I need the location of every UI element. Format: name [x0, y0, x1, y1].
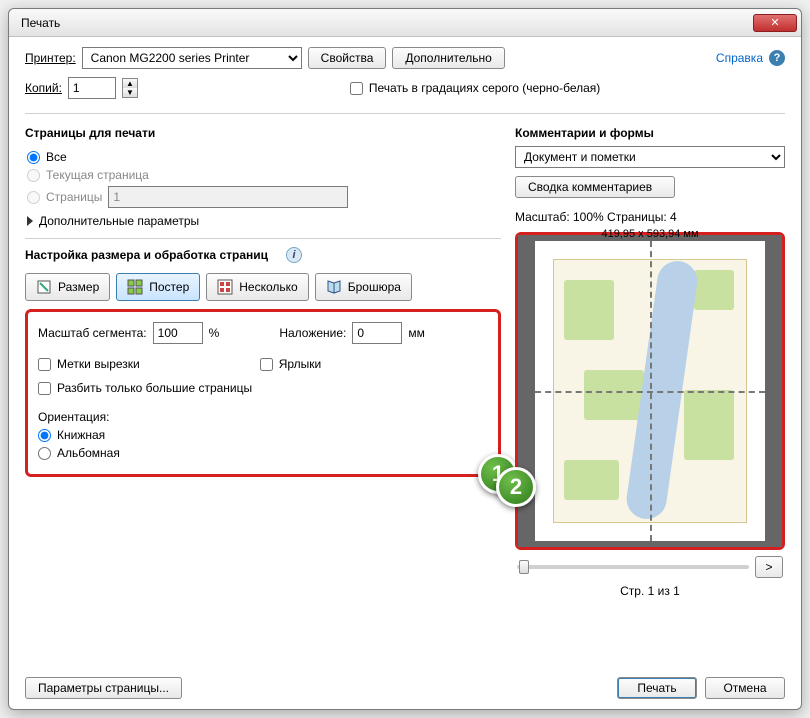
preview-next-button[interactable]: >: [755, 556, 783, 578]
cutmarks-checkbox[interactable]: [38, 358, 51, 371]
multiple-icon: [217, 279, 233, 295]
close-icon: ✕: [770, 16, 779, 29]
pages-range-radio: [27, 191, 40, 204]
comments-section-title: Комментарии и формы: [515, 126, 785, 140]
preview-zoom-slider[interactable]: [517, 565, 749, 569]
labels-checkbox[interactable]: [260, 358, 273, 371]
help-link[interactable]: Справка: [716, 51, 763, 65]
orientation-title: Ориентация:: [38, 410, 488, 424]
poster-settings-box: Масштаб сегмента: % Наложение: мм Метки …: [25, 309, 501, 477]
copies-input[interactable]: [68, 77, 116, 99]
overlap-label: Наложение:: [279, 326, 346, 340]
properties-button[interactable]: Свойства: [308, 47, 387, 69]
size-mode-poster[interactable]: Постер: [116, 273, 200, 301]
cutmarks-label: Метки вырезки: [57, 357, 140, 371]
info-icon[interactable]: i: [286, 247, 302, 263]
triangle-right-icon: [27, 216, 33, 226]
size-mode-size[interactable]: Размер: [25, 273, 110, 301]
callout-badge-2: 2: [496, 467, 536, 507]
pages-current-label: Текущая страница: [46, 168, 149, 182]
pages-current-radio: [27, 169, 40, 182]
preview-page: [535, 241, 765, 541]
summarize-comments-button[interactable]: Сводка комментариев: [515, 176, 675, 198]
copies-spinner[interactable]: ▲▼: [122, 78, 138, 98]
booklet-icon: [326, 279, 342, 295]
pages-range-label: Страницы: [46, 190, 102, 204]
print-button[interactable]: Печать: [617, 677, 697, 699]
labels-label: Ярлыки: [279, 357, 322, 371]
preview-page-of: Стр. 1 из 1: [515, 584, 785, 598]
pages-more-label: Дополнительные параметры: [39, 214, 199, 228]
segment-scale-label: Масштаб сегмента:: [38, 326, 147, 340]
orientation-portrait-radio[interactable]: [38, 429, 51, 442]
copies-label: Копий:: [25, 81, 62, 95]
size-mode-booklet[interactable]: Брошюра: [315, 273, 412, 301]
only-large-label: Разбить только большие страницы: [57, 381, 252, 395]
slider-thumb[interactable]: [519, 560, 529, 574]
printer-label: Принтер:: [25, 51, 76, 65]
preview-dimensions: 419,95 x 593,94 мм: [515, 228, 785, 240]
pages-range-input: [108, 186, 348, 208]
orientation-landscape-radio[interactable]: [38, 447, 51, 460]
orientation-portrait-label: Книжная: [57, 428, 105, 442]
tile-divider-vertical: [650, 241, 652, 541]
size-icon: [36, 279, 52, 295]
page-setup-button[interactable]: Параметры страницы...: [25, 677, 182, 699]
preview-area: [518, 235, 782, 547]
printer-select[interactable]: Canon MG2200 series Printer: [82, 47, 302, 69]
overlap-unit: мм: [408, 326, 425, 340]
size-section-title: Настройка размера и обработка страниц: [25, 248, 268, 262]
overlap-input[interactable]: [352, 322, 402, 344]
grayscale-label: Печать в градациях серого (черно-белая): [369, 81, 600, 95]
spin-down-icon[interactable]: ▼: [123, 88, 137, 97]
preview-highlight-box: 2: [515, 232, 785, 550]
segment-scale-input[interactable]: [153, 322, 203, 344]
size-mode-multiple[interactable]: Несколько: [206, 273, 308, 301]
poster-icon: [127, 279, 143, 295]
grayscale-checkbox[interactable]: [350, 82, 363, 95]
pages-all-radio[interactable]: [27, 151, 40, 164]
pages-more-disclosure[interactable]: Дополнительные параметры: [27, 214, 501, 228]
advanced-button[interactable]: Дополнительно: [392, 47, 504, 69]
pages-section-title: Страницы для печати: [25, 126, 501, 140]
preview-scale-text: Масштаб: 100% Страницы: 4: [515, 210, 785, 224]
close-button[interactable]: ✕: [753, 14, 797, 32]
cancel-button[interactable]: Отмена: [705, 677, 785, 699]
only-large-checkbox[interactable]: [38, 382, 51, 395]
segment-scale-unit: %: [209, 326, 220, 340]
dialog-title: Печать: [21, 16, 60, 30]
spin-up-icon[interactable]: ▲: [123, 79, 137, 88]
comments-select[interactable]: Документ и пометки: [515, 146, 785, 168]
orientation-landscape-label: Альбомная: [57, 446, 120, 460]
pages-all-label: Все: [46, 150, 67, 164]
help-icon[interactable]: ?: [769, 50, 785, 66]
